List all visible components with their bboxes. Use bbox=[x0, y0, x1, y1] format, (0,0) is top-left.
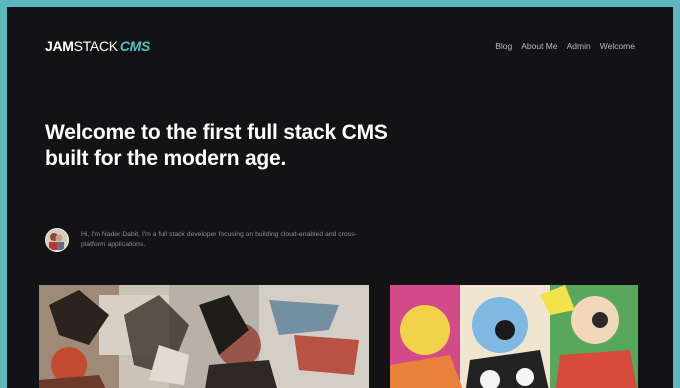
nav-link-welcome[interactable]: Welcome bbox=[600, 41, 635, 51]
nav-link-blog[interactable]: Blog bbox=[495, 41, 512, 51]
logo-cms: CMS bbox=[119, 37, 151, 54]
avatar bbox=[45, 228, 69, 252]
logo-jam: JAM bbox=[45, 37, 74, 54]
author-bio: Hi, I'm Nader Dabit. I'm a full stack de… bbox=[81, 231, 357, 248]
site-logo[interactable]: JAMSTACK CMS bbox=[45, 37, 150, 55]
logo-stack: STACK bbox=[73, 37, 118, 54]
post-image-graffiti-mural[interactable] bbox=[390, 285, 638, 388]
nav-link-admin[interactable]: Admin bbox=[567, 41, 591, 51]
post-image-graffiti-wall[interactable] bbox=[39, 285, 369, 388]
main-nav: Blog About Me Admin Welcome bbox=[495, 41, 635, 51]
page: JAMSTACK CMS Blog About Me Admin Welcome … bbox=[7, 7, 673, 388]
author-intro: Hi, I'm Nader Dabit. I'm a full stack de… bbox=[45, 228, 371, 257]
hero-heading: Welcome to the first full stack CMS buil… bbox=[45, 121, 388, 170]
nav-link-about-me[interactable]: About Me bbox=[521, 41, 557, 51]
